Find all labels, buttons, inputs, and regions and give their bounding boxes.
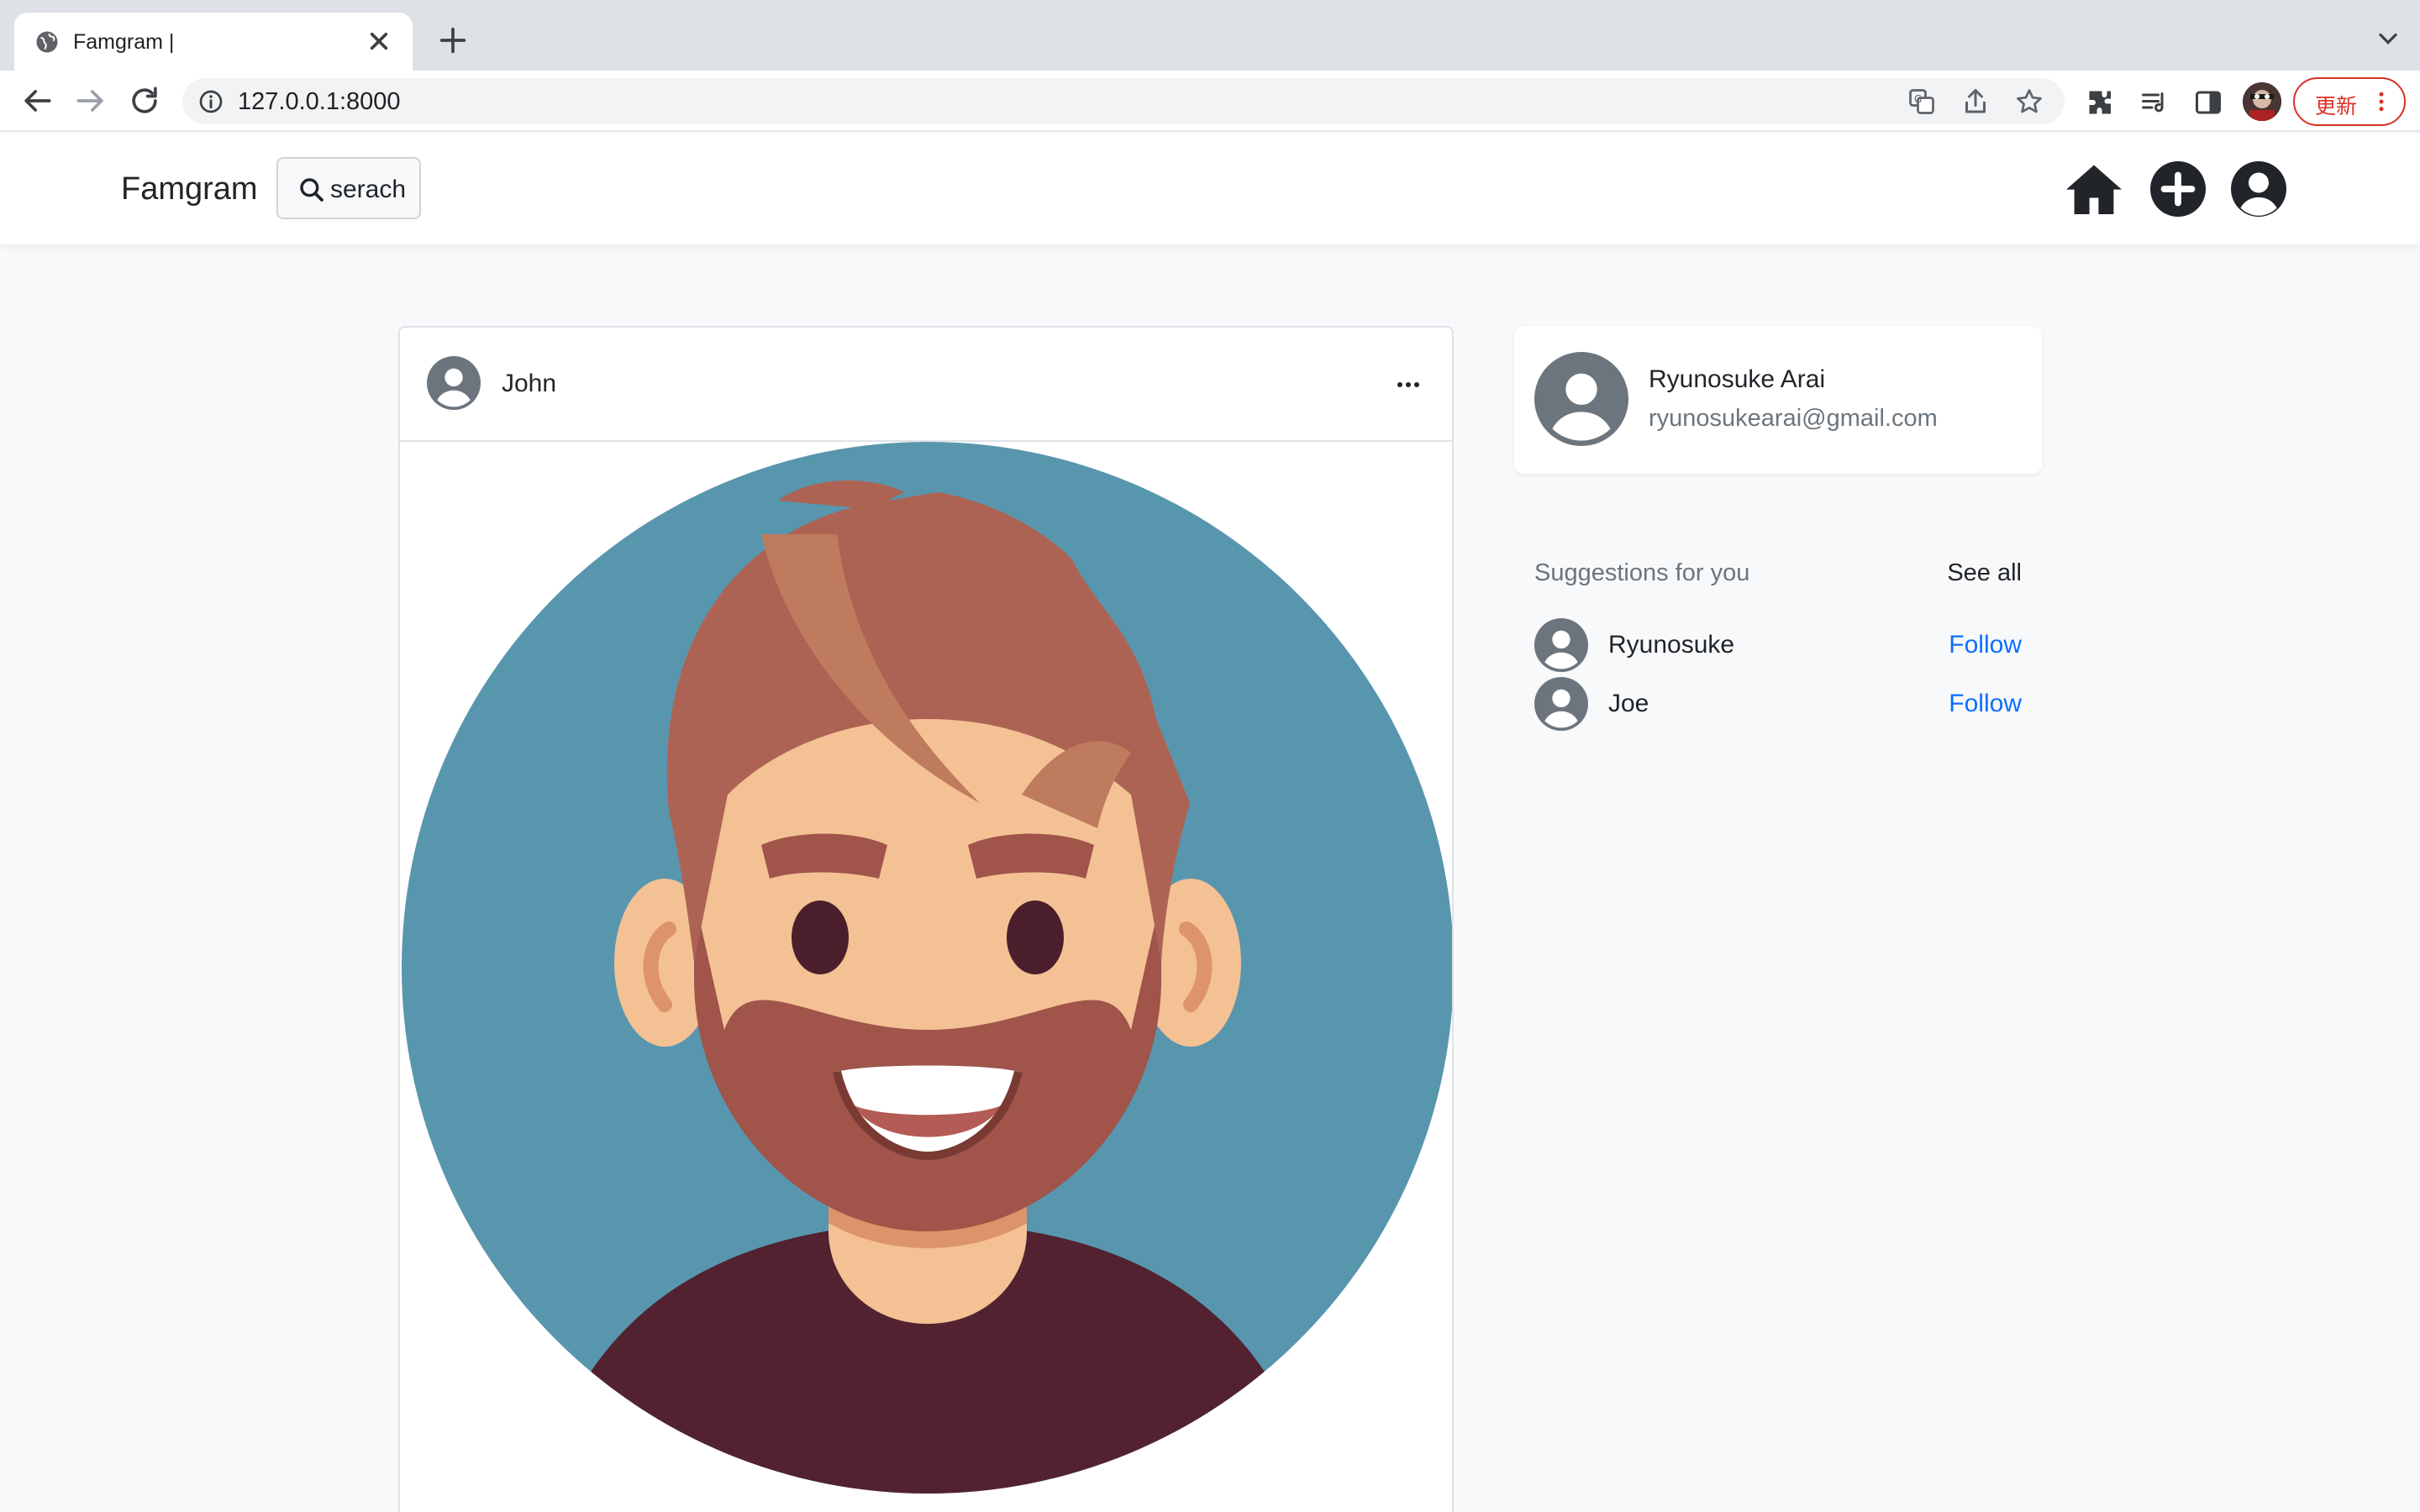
- extensions-icon[interactable]: [2086, 87, 2116, 118]
- browser-tabstrip: Famgram |: [0, 0, 2420, 71]
- post-image[interactable]: [400, 442, 1454, 1512]
- follow-button[interactable]: Follow: [1949, 630, 2022, 660]
- close-icon[interactable]: [362, 24, 396, 58]
- user-circle-icon[interactable]: [2228, 159, 2289, 219]
- globe-icon: [36, 31, 58, 53]
- address-bar[interactable]: 127.0.0.1:8000 G: [182, 78, 2065, 124]
- search-button[interactable]: serach: [276, 157, 421, 219]
- back-icon[interactable]: [18, 82, 55, 119]
- plus-circle-icon[interactable]: [2148, 159, 2208, 219]
- svg-text:G: G: [1914, 93, 1922, 105]
- post-card: John: [398, 326, 1454, 1512]
- suggestion-item: Ryunosuke Follow: [1534, 617, 2022, 672]
- chevron-down-icon[interactable]: [2373, 24, 2403, 54]
- user-avatar-icon[interactable]: [1534, 677, 1588, 731]
- reload-icon[interactable]: [126, 82, 163, 119]
- tab-title: Famgram |: [73, 30, 175, 54]
- current-user-email: ryunosukearai@gmail.com: [1649, 405, 1938, 432]
- share-icon[interactable]: [1960, 87, 1991, 117]
- suggestions-title: Suggestions for you: [1534, 559, 1750, 586]
- browser-profile-avatar[interactable]: [2243, 82, 2281, 121]
- current-user-card: Ryunosuke Arai ryunosukearai@gmail.com: [1514, 326, 2042, 474]
- forward-icon[interactable]: [72, 82, 109, 119]
- update-button[interactable]: 更新: [2293, 77, 2406, 126]
- user-avatar-icon[interactable]: [1534, 352, 1628, 446]
- side-panel-icon[interactable]: [2193, 87, 2223, 118]
- follow-button[interactable]: Follow: [1949, 689, 2022, 719]
- url-text[interactable]: 127.0.0.1:8000: [238, 88, 401, 115]
- suggestion-name[interactable]: Ryunosuke: [1608, 630, 1734, 660]
- user-avatar-icon[interactable]: [427, 356, 481, 410]
- suggestions-header: Suggestions for you See all: [1534, 558, 2022, 591]
- search-label: serach: [330, 176, 407, 203]
- info-icon[interactable]: [197, 88, 224, 115]
- brand-logo[interactable]: Famgram: [121, 171, 258, 207]
- translate-icon[interactable]: G: [1907, 87, 1937, 117]
- see-all-link[interactable]: See all: [1947, 558, 2022, 588]
- post-header: John: [400, 328, 1452, 442]
- user-avatar-icon[interactable]: [1534, 618, 1588, 672]
- search-icon: [300, 178, 324, 202]
- browser-toolbar: 127.0.0.1:8000 G 更新: [0, 71, 2420, 132]
- star-icon[interactable]: [2014, 87, 2044, 117]
- browser-tab[interactable]: Famgram |: [14, 13, 413, 71]
- suggestion-name[interactable]: Joe: [1608, 689, 1649, 719]
- ellipsis-icon[interactable]: [1392, 368, 1425, 402]
- post-author[interactable]: John: [502, 369, 556, 399]
- current-user-name[interactable]: Ryunosuke Arai: [1649, 365, 1825, 395]
- home-icon[interactable]: [2064, 159, 2124, 219]
- kebab-menu-icon: [2379, 92, 2384, 112]
- reading-list-icon[interactable]: [2139, 87, 2170, 118]
- update-label: 更新: [2315, 94, 2358, 118]
- suggestion-item: Joe Follow: [1534, 675, 2022, 731]
- profile-photo-icon: [2243, 82, 2281, 121]
- app-navbar: Famgram serach: [0, 134, 2420, 244]
- new-tab-icon[interactable]: [436, 24, 470, 57]
